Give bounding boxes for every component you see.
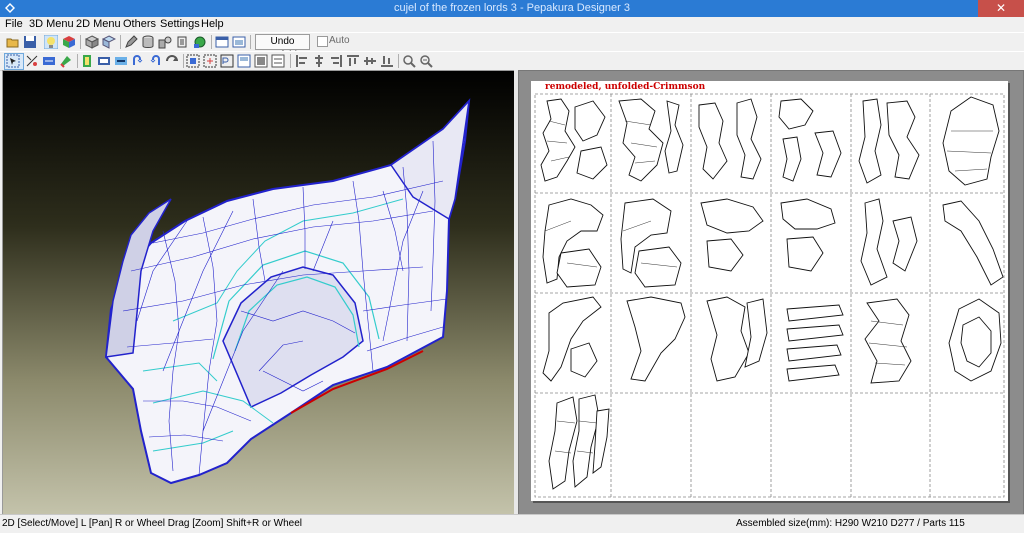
- align-icon[interactable]: [271, 54, 285, 68]
- box-alt-icon[interactable]: [102, 35, 116, 49]
- zoom-in-icon[interactable]: [402, 54, 416, 68]
- sphere-icon[interactable]: [193, 35, 207, 49]
- move-icon[interactable]: [59, 54, 73, 68]
- shapes-icon[interactable]: [158, 35, 172, 49]
- menu-bar: File 3D Menu 2D Menu Others Settings Hel…: [0, 17, 1024, 32]
- texture-cube-icon[interactable]: [62, 35, 76, 49]
- window-icon[interactable]: [232, 35, 246, 49]
- menu-others[interactable]: Others: [123, 18, 156, 30]
- separator: [120, 35, 121, 49]
- view-icon[interactable]: [215, 35, 229, 49]
- status-size: Assembled size(mm): H290 W210 D277 / Par…: [736, 518, 965, 529]
- align-bottom-icon[interactable]: [363, 54, 377, 68]
- cylinder-icon[interactable]: [141, 35, 155, 49]
- unfolded-parts-layout: [534, 93, 1005, 498]
- separator: [77, 54, 78, 68]
- 3d-view[interactable]: [2, 70, 515, 516]
- rotate-icon[interactable]: [80, 54, 94, 68]
- separator: [398, 54, 399, 68]
- crease-icon[interactable]: [148, 54, 162, 68]
- flip-icon[interactable]: [97, 54, 111, 68]
- 2d-view[interactable]: remodeled, unfolded-Crimmson: [518, 70, 1024, 516]
- split-icon[interactable]: [25, 54, 39, 68]
- lightbulb-icon[interactable]: [44, 35, 58, 49]
- menu-file[interactable]: File: [5, 18, 23, 30]
- undo-unfold-button[interactable]: Undo Unfold: [255, 34, 310, 61]
- zoom-out-icon[interactable]: [419, 54, 433, 68]
- menu-2d[interactable]: 2D Menu: [76, 18, 121, 30]
- title-bar: cujel of the frozen lords 3 - Pepakura D…: [0, 0, 1024, 17]
- save-icon[interactable]: [23, 35, 37, 49]
- select-icon[interactable]: [6, 54, 20, 68]
- menu-3d[interactable]: 3D Menu: [29, 18, 74, 30]
- line-icon[interactable]: [114, 54, 128, 68]
- distribute-icon[interactable]: [380, 54, 394, 68]
- layers-icon[interactable]: [175, 35, 189, 49]
- align-top-icon[interactable]: [329, 54, 343, 68]
- helmet-3d-model: [104, 98, 471, 485]
- separator: [183, 54, 184, 68]
- join-icon[interactable]: [42, 54, 56, 68]
- pencil-icon[interactable]: [124, 35, 138, 49]
- open-icon[interactable]: [6, 35, 20, 49]
- align-center-icon[interactable]: [295, 54, 309, 68]
- menu-settings[interactable]: Settings: [160, 18, 200, 30]
- fold-icon[interactable]: [131, 54, 145, 68]
- paper-sheet: remodeled, unfolded-Crimmson: [531, 81, 1008, 501]
- align-right-icon[interactable]: [312, 54, 326, 68]
- close-button[interactable]: ✕: [978, 0, 1024, 17]
- status-hint: 2D [Select/Move] L [Pan] R or Wheel Drag…: [2, 518, 303, 529]
- separator: [290, 54, 291, 68]
- separator: [211, 35, 212, 49]
- grid-icon[interactable]: [254, 54, 268, 68]
- print-icon[interactable]: [203, 54, 217, 68]
- text-icon[interactable]: [165, 54, 179, 68]
- toolbar-main: Undo Unfold Auto: [0, 32, 1024, 61]
- print-alt-icon[interactable]: [237, 54, 251, 68]
- status-bar: 2D [Select/Move] L [Pan] R or Wheel Drag…: [0, 514, 1024, 533]
- window-title: cujel of the frozen lords 3 - Pepakura D…: [393, 2, 631, 14]
- paste-icon[interactable]: [220, 54, 234, 68]
- separator: [80, 35, 81, 49]
- auto-checkbox[interactable]: [317, 36, 328, 47]
- align-mid-icon[interactable]: [346, 54, 360, 68]
- auto-label: Auto: [329, 35, 350, 46]
- separator: [250, 35, 251, 49]
- menu-help[interactable]: Help: [201, 18, 224, 30]
- box-icon[interactable]: [85, 35, 99, 49]
- image-icon[interactable]: [186, 54, 200, 68]
- toolbar-2d: [0, 51, 1024, 71]
